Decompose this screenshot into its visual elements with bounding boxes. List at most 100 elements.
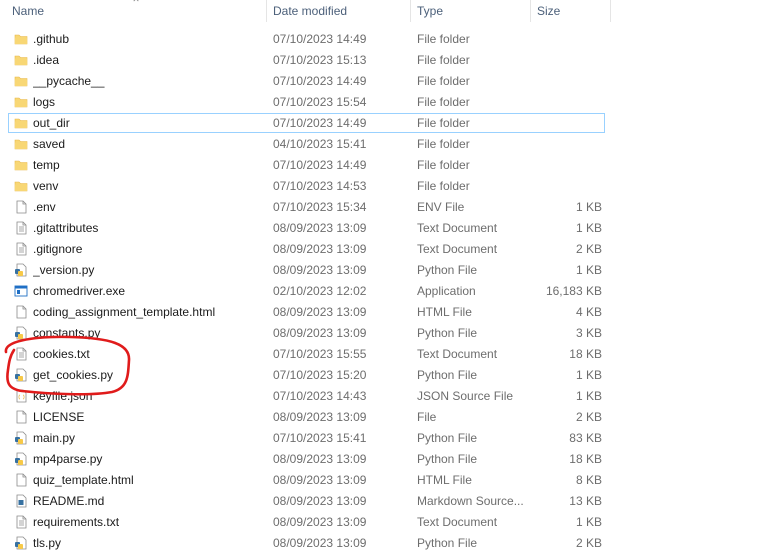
file-date-modified: 07/10/2023 14:49 (273, 116, 367, 130)
file-row[interactable]: out_dir 07/10/2023 14:49 File folder (0, 113, 773, 134)
blank-file-icon (14, 410, 28, 424)
file-date-modified: 07/10/2023 14:49 (273, 32, 367, 46)
file-name[interactable]: .idea (33, 50, 265, 71)
text-file-icon (14, 221, 28, 235)
file-name[interactable]: venv (33, 176, 265, 197)
file-row[interactable]: LICENSE 08/09/2023 13:09 File 2 KB (0, 407, 773, 428)
text-file-icon (14, 242, 28, 256)
file-name[interactable]: constants.py (33, 323, 265, 344)
file-name[interactable]: _version.py (33, 260, 265, 281)
file-row[interactable]: coding_assignment_template.html 08/09/202… (0, 302, 773, 323)
file-date-modified: 08/09/2023 13:09 (273, 536, 367, 550)
file-name[interactable]: chromedriver.exe (33, 281, 265, 302)
file-row[interactable]: tls.py 08/09/2023 13:09 Python File 2 KB (0, 533, 773, 554)
python-file-icon (14, 263, 28, 277)
file-row[interactable]: chromedriver.exe 02/10/2023 12:02 Applicat… (0, 281, 773, 302)
file-type: HTML File (417, 473, 472, 487)
text-file-icon (14, 347, 28, 361)
file-row[interactable]: constants.py 08/09/2023 13:09 Python File 3… (0, 323, 773, 344)
file-date-modified: 08/09/2023 13:09 (273, 263, 367, 277)
file-size (531, 50, 602, 71)
file-name[interactable]: cookies.txt (33, 344, 265, 365)
file-type: File folder (417, 53, 470, 67)
file-row[interactable]: __pycache__ 07/10/2023 14:49 File folder (0, 71, 773, 92)
python-file-icon (14, 536, 28, 550)
file-name[interactable]: logs (33, 92, 265, 113)
file-date-modified: 07/10/2023 15:20 (273, 368, 367, 382)
file-size: 16,183 KB (545, 284, 602, 298)
folder-icon (14, 74, 28, 88)
file-row[interactable]: .github 07/10/2023 14:49 File folder (0, 29, 773, 50)
file-name[interactable]: get_cookies.py (33, 365, 265, 386)
python-file-icon (14, 431, 28, 445)
file-row[interactable]: saved 04/10/2023 15:41 File folder (0, 134, 773, 155)
file-date-modified: 08/09/2023 13:09 (273, 473, 367, 487)
file-date-modified: 07/10/2023 14:49 (273, 158, 367, 172)
file-date-modified: 08/09/2023 13:09 (273, 242, 367, 256)
file-size (531, 134, 602, 155)
file-row[interactable]: _version.py 08/09/2023 13:09 Python File 1 … (0, 260, 773, 281)
file-name[interactable]: .env (33, 197, 265, 218)
file-type: JSON Source File (417, 389, 514, 403)
file-name[interactable]: .github (33, 29, 265, 50)
file-row[interactable]: .idea 07/10/2023 15:13 File folder (0, 50, 773, 71)
file-name[interactable]: coding_assignment_template.html (33, 302, 265, 323)
file-type: File folder (417, 158, 470, 172)
file-type: File folder (417, 32, 470, 46)
file-date-modified: 07/10/2023 14:53 (273, 179, 367, 193)
file-type: File folder (417, 116, 470, 130)
file-name[interactable]: main.py (33, 428, 265, 449)
file-name[interactable]: saved (33, 134, 265, 155)
file-size: 2 KB (575, 536, 602, 550)
file-name[interactable]: tls.py (33, 533, 265, 554)
file-size: 83 KB (569, 431, 602, 445)
file-row[interactable]: main.py 07/10/2023 15:41 Python File 83 KB (0, 428, 773, 449)
file-row[interactable]: .gitignore 08/09/2023 13:09 Text Document 2… (0, 239, 773, 260)
text-file-icon (14, 515, 28, 529)
file-row[interactable]: mp4parse.py 08/09/2023 13:09 Python File 18… (0, 449, 773, 470)
file-name[interactable]: temp (33, 155, 265, 176)
file-row[interactable]: get_cookies.py 07/10/2023 15:20 Python Fil… (0, 365, 773, 386)
file-name[interactable]: .gitattributes (33, 218, 265, 239)
file-row[interactable]: .env 07/10/2023 15:34 ENV File 1 KB (0, 197, 773, 218)
file-name[interactable]: quiz_template.html (33, 470, 265, 491)
file-row[interactable]: keyfile.json 07/10/2023 14:43 JSON Source … (0, 386, 773, 407)
file-type: Text Document (417, 242, 498, 256)
file-type: HTML File (417, 305, 472, 319)
column-header-name[interactable]: Name (6, 0, 265, 22)
file-size (531, 155, 602, 176)
file-explorer: ✕ Name Date modified Type Size .github 07… (0, 0, 773, 558)
file-size: 1 KB (575, 221, 602, 235)
file-type: File folder (417, 95, 470, 109)
column-divider[interactable] (610, 0, 611, 22)
file-row[interactable]: cookies.txt 07/10/2023 15:55 Text Document… (0, 344, 773, 365)
file-size: 2 KB (575, 410, 602, 424)
file-name[interactable]: mp4parse.py (33, 449, 265, 470)
file-size: 1 KB (575, 389, 602, 403)
file-name[interactable]: requirements.txt (33, 512, 265, 533)
file-name[interactable]: __pycache__ (33, 71, 265, 92)
file-size: 3 KB (575, 326, 602, 340)
file-row[interactable]: venv 07/10/2023 14:53 File folder (0, 176, 773, 197)
file-name[interactable]: LICENSE (33, 407, 265, 428)
file-row[interactable]: temp 07/10/2023 14:49 File folder (0, 155, 773, 176)
file-type: Python File (417, 326, 478, 340)
file-type: Application (417, 284, 476, 298)
file-row[interactable]: requirements.txt 08/09/2023 13:09 Text Doc… (0, 512, 773, 533)
file-type: Text Document (417, 515, 498, 529)
file-row[interactable]: quiz_template.html 08/09/2023 13:09 HTML F… (0, 470, 773, 491)
file-name[interactable]: keyfile.json (33, 386, 265, 407)
column-header-date-modified[interactable]: Date modified (267, 0, 411, 22)
column-header-type[interactable]: Type (411, 0, 529, 22)
file-row[interactable]: logs 07/10/2023 15:54 File folder (0, 92, 773, 113)
folder-icon (14, 158, 28, 172)
file-size: 18 KB (569, 347, 602, 361)
file-type: File folder (417, 179, 470, 193)
column-header-size[interactable]: Size (531, 0, 609, 22)
file-row[interactable]: .gitattributes 08/09/2023 13:09 Text Docum… (0, 218, 773, 239)
file-name[interactable]: out_dir (33, 113, 265, 134)
file-name[interactable]: .gitignore (33, 239, 265, 260)
file-name[interactable]: README.md (33, 491, 265, 512)
file-row[interactable]: README.md 08/09/2023 13:09 Markdown Source… (0, 491, 773, 512)
file-size (531, 92, 602, 113)
